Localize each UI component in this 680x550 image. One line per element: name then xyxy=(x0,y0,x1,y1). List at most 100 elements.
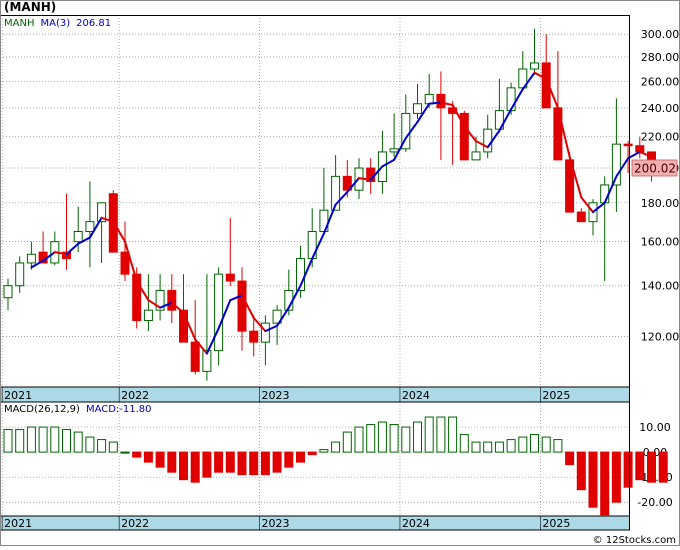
candle-body xyxy=(15,262,25,287)
macd-bar xyxy=(272,451,282,473)
watermark: © 12Stocks.com xyxy=(593,535,676,546)
macd-bar xyxy=(319,449,329,453)
macd-bar xyxy=(249,451,259,476)
macd-x-axis xyxy=(0,515,630,531)
macd-bar xyxy=(179,451,188,481)
candle-body xyxy=(85,221,95,233)
macd-bar xyxy=(576,451,586,491)
candle-body xyxy=(623,143,633,147)
x-axis-label: 2025 xyxy=(542,517,570,530)
macd-bar xyxy=(494,441,504,453)
candle-body xyxy=(471,151,481,161)
x-axis-label: 2021 xyxy=(4,389,32,402)
macd-bar xyxy=(342,431,352,453)
candle-body xyxy=(143,309,153,321)
candle-body xyxy=(600,184,610,204)
macd-bar xyxy=(530,434,539,453)
macd-tick-label: -20.00 xyxy=(637,496,672,509)
macd-bar xyxy=(600,451,610,516)
macd-legend: MACD(26,12,9) MACD:-11.80 xyxy=(4,404,152,415)
candle xyxy=(214,267,224,366)
macd-bar xyxy=(143,451,153,463)
legend-ma-label: MA(3) xyxy=(40,18,70,29)
candle-body xyxy=(506,87,516,112)
legend-ma-value: 206.81 xyxy=(76,18,111,29)
macd-bar xyxy=(62,429,71,453)
macd-bar xyxy=(50,426,60,453)
candle-body xyxy=(26,253,36,264)
macd-bar xyxy=(541,436,551,453)
macd-bar xyxy=(588,451,598,508)
x-axis-label: 2024 xyxy=(402,517,430,530)
macd-bar xyxy=(108,441,118,453)
candle-body xyxy=(73,231,83,243)
macd-legend-label: MACD(26,12,9) xyxy=(4,404,80,415)
candle xyxy=(459,110,469,161)
macd-bar xyxy=(3,429,13,453)
price-legend: MANH MA(3) 206.81 xyxy=(4,18,111,29)
macd-bar xyxy=(635,451,645,481)
macd-bar xyxy=(658,451,668,483)
macd-bar xyxy=(471,441,481,453)
macd-bar xyxy=(413,421,422,453)
macd-tick-label: 10.00 xyxy=(639,421,671,434)
candle-body xyxy=(225,273,235,282)
macd-bar xyxy=(401,426,411,453)
price-tick-label: 160.00 xyxy=(641,236,680,249)
macd-bar xyxy=(296,451,305,463)
candle-body xyxy=(167,289,177,311)
macd-bar xyxy=(506,439,516,453)
macd-bar xyxy=(483,441,493,453)
x-axis-label: 2022 xyxy=(121,389,149,402)
macd-bar xyxy=(120,451,130,454)
macd-bar xyxy=(284,451,294,468)
price-tick-label: 220.00 xyxy=(641,131,680,144)
macd-bar xyxy=(15,429,25,453)
macd-legend-value: MACD:-11.80 xyxy=(86,404,152,415)
x-axis-label: 2024 xyxy=(402,389,430,402)
macd-bar xyxy=(331,441,341,453)
macd-bar xyxy=(377,421,387,453)
macd-bar xyxy=(26,426,36,453)
price-tick-label: 120.00 xyxy=(641,331,680,344)
candle-body xyxy=(120,251,130,275)
macd-bar xyxy=(260,451,270,476)
macd-bar xyxy=(623,451,633,488)
candle-body xyxy=(260,322,270,343)
macd-bar xyxy=(85,436,95,453)
macd-bar xyxy=(214,451,224,473)
macd-bar xyxy=(73,431,83,453)
macd-bar xyxy=(459,434,469,453)
macd-bar xyxy=(237,451,247,476)
candle xyxy=(132,267,142,329)
price-tick-label: 180.00 xyxy=(641,197,680,210)
macd-bar xyxy=(190,451,200,483)
macd-bar xyxy=(436,416,446,453)
macd-bar xyxy=(448,416,458,453)
candle-body xyxy=(249,330,259,343)
candle-body xyxy=(190,341,200,372)
symbol-title: (MANH) xyxy=(4,0,56,14)
candle-body xyxy=(3,285,13,299)
candle-body xyxy=(483,128,493,153)
macd-bar xyxy=(155,451,165,468)
price-tick-label: 140.00 xyxy=(641,280,680,293)
legend-symbol: MANH xyxy=(4,18,34,29)
price-tick-label: 300.00 xyxy=(641,28,680,41)
chart-svg: 120.00140.00160.00180.00200.00220.00240.… xyxy=(0,0,680,546)
x-axis-label: 2023 xyxy=(262,389,290,402)
macd-bar xyxy=(553,439,563,453)
price-x-axis xyxy=(0,386,630,403)
macd-bar xyxy=(38,426,48,453)
macd-bar xyxy=(389,424,399,453)
candle-body xyxy=(389,148,399,153)
x-axis-label: 2021 xyxy=(4,517,32,530)
macd-bar xyxy=(307,451,317,456)
candle-body xyxy=(530,62,539,70)
macd-bar xyxy=(565,451,575,466)
macd-bar xyxy=(167,451,177,473)
macd-bar xyxy=(366,424,376,453)
last-price-label: 200.02 xyxy=(634,161,676,175)
candle-body xyxy=(214,273,224,352)
x-axis-label: 2023 xyxy=(262,517,290,530)
